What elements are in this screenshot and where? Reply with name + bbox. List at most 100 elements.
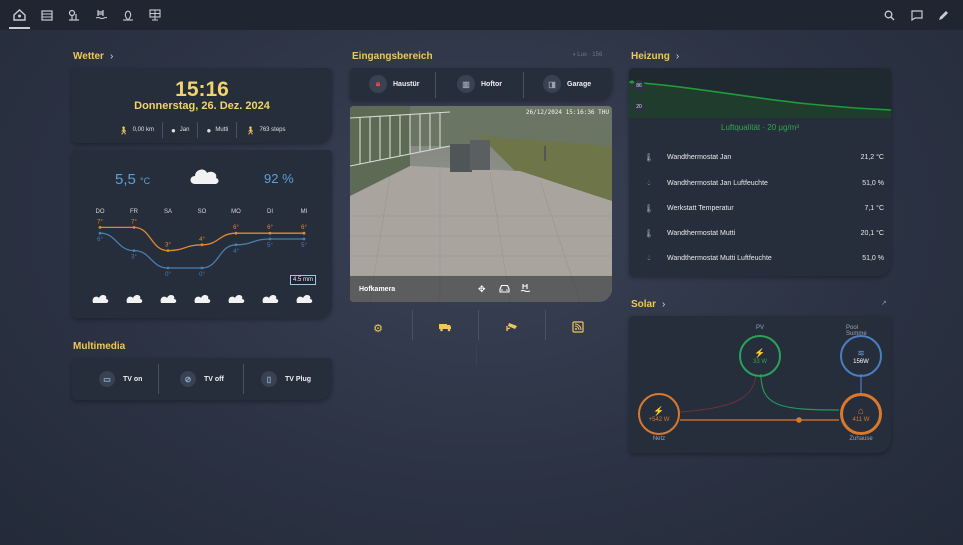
external-link-icon[interactable]: ↗	[881, 299, 887, 307]
car-icon[interactable]	[499, 284, 510, 295]
pool-icon[interactable]	[87, 0, 114, 30]
list-item[interactable]: 💧︎ Wandthermostat Jan Luftfeuchte 51,0 %	[642, 173, 884, 193]
divider	[476, 345, 477, 365]
hoftor-button[interactable]: ▥ Hoftor	[457, 68, 502, 100]
solar-section-title[interactable]: Solar ›	[631, 299, 665, 310]
cloud-icon	[92, 295, 109, 303]
stat-person-mutti: ● Mutti	[197, 122, 236, 138]
high-temp-label: 6°	[233, 225, 239, 231]
pool-icon[interactable]	[520, 283, 531, 295]
list-icon[interactable]	[33, 0, 60, 30]
gear-button[interactable]: ⚙	[345, 316, 411, 340]
forecast-day-label: DO	[96, 209, 105, 215]
tv-off-button[interactable]: ⊘ TV off	[180, 358, 224, 400]
edit-icon[interactable]	[930, 0, 957, 30]
stats-row: 🚶︎ 0,00 km ● Jan ● Mutti 🚶︎ 763 steps	[72, 122, 332, 138]
graph-min-label: 20	[633, 101, 645, 113]
camera-title: Hofkamera	[359, 285, 396, 293]
chat-icon[interactable]	[903, 0, 930, 30]
pool-node[interactable]: ≋ 156W	[840, 335, 882, 377]
weather-section-title[interactable]: Wetter ›	[73, 51, 113, 62]
entrance-section-title: Eingangsbereich	[352, 51, 433, 62]
low-temp-point	[234, 243, 238, 247]
air-quality-graph: 86 20	[629, 68, 891, 118]
tv-off-icon: ⊘	[180, 371, 196, 387]
thermometer-icon: 🌡︎	[643, 152, 655, 162]
droplet-icon: 💧︎	[647, 253, 651, 262]
truck-button[interactable]	[412, 316, 478, 340]
tv-icon: ▭	[99, 371, 115, 387]
multimedia-section-title: Multimedia	[73, 341, 125, 352]
air-quality-line	[629, 80, 891, 118]
air-quality-label: Luftqualität · 20 µg/m³	[721, 123, 799, 132]
low-temp-label: 5°	[301, 243, 307, 249]
search-icon[interactable]	[876, 0, 903, 30]
cloud-icon	[262, 295, 279, 303]
high-temp-point	[132, 226, 136, 229]
top-navigation-bar	[0, 0, 963, 30]
home-icon: ⌂	[857, 405, 865, 417]
low-temp-point	[132, 249, 136, 252]
list-item[interactable]: 🌡︎ Wandthermostat Jan 21,2 °C	[642, 147, 884, 167]
cloud-icon	[126, 295, 143, 303]
low-temp-label: 6°	[97, 237, 103, 243]
tree-icon[interactable]	[60, 0, 87, 30]
walk-icon: 🚶︎	[118, 125, 129, 135]
rss-button[interactable]	[545, 316, 611, 340]
weather-title-label: Wetter	[73, 51, 104, 62]
stat-steps: 🚶︎ 763 steps	[236, 122, 293, 138]
high-temp-point	[234, 231, 238, 235]
plant-icon[interactable]	[114, 0, 141, 30]
list-item[interactable]: 🌡︎ Werkstatt Temperatur 7,1 °C	[642, 198, 884, 218]
solar-panel-icon: ⚡	[754, 347, 766, 358]
high-temp-point	[98, 226, 102, 229]
forecast-day-label: DI	[267, 209, 273, 215]
camera-feed[interactable]: 26/12/2024 15:16:36 THU Hofkamera ✥	[350, 106, 612, 302]
low-temp-label: 0°	[199, 272, 205, 278]
high-temp-label: 6°	[267, 225, 273, 231]
garage-icon: ◨	[543, 75, 561, 93]
stat-person-jan: ● Jan	[161, 122, 198, 138]
tv-on-button[interactable]: ▭ TV on	[99, 358, 142, 400]
solar-panel-icon[interactable]	[141, 0, 168, 30]
heating-title-label: Heizung	[631, 51, 670, 62]
pool-icon: ≋	[857, 347, 865, 358]
forecast-day-label: SA	[164, 209, 172, 215]
high-temp-point	[268, 231, 272, 235]
low-temp-label: 5°	[267, 243, 273, 249]
truck-icon	[438, 322, 452, 335]
high-temp-point	[166, 249, 170, 252]
low-temp-point	[166, 266, 170, 270]
garage-button[interactable]: ◨ Garage	[543, 68, 591, 100]
cloud-icon	[194, 295, 211, 303]
list-item[interactable]: 🌡︎ Wandthermostat Mutti 20,1 °C	[642, 223, 884, 243]
cctv-button[interactable]	[478, 316, 544, 340]
multimedia-title-label: Multimedia	[73, 341, 126, 352]
low-temp-label: 3°	[131, 255, 137, 261]
home-icon[interactable]	[6, 0, 33, 30]
pv-node[interactable]: ⚡ 33 W	[739, 335, 781, 377]
forecast-card[interactable]: 5,5 °C 92 % DO FR SA SO MO DI MI 7° 7° 3° 4° 6° 6° 6°…	[72, 150, 332, 318]
entrance-title-label: Eingangsbereich	[352, 51, 433, 62]
high-temp-point	[302, 231, 306, 235]
move-icon[interactable]: ✥	[478, 284, 486, 295]
forecast-chart: DO FR SA SO MO DI MI 7° 7° 3° 4° 6° 6° 6° 6° 3° 0° 0° 4° 5°…	[92, 209, 313, 303]
home-node[interactable]: ⌂ 411 W	[840, 393, 882, 435]
grid-node[interactable]: ⚡ +542 W	[638, 393, 680, 435]
forecast-day-label: MI	[301, 209, 308, 215]
high-temp-label: 4°	[199, 237, 205, 243]
cloud-icon	[228, 295, 245, 303]
gear-icon: ⚙	[373, 322, 383, 335]
high-temp-label: 7°	[97, 219, 103, 225]
heating-section-title[interactable]: Heizung ›	[631, 51, 679, 62]
power-pylon-icon: ⚡	[653, 405, 665, 416]
list-item[interactable]: 💧︎ Wandthermostat Mutti Luftfeuchte 51,0 %	[642, 248, 884, 268]
high-temp-label: 7°	[131, 219, 137, 225]
tv-plug-button[interactable]: ▯ TV Plug	[261, 358, 311, 400]
haustuer-button[interactable]: 🔒︎ Haustür	[369, 68, 419, 100]
door-lock-icon: 🔒︎	[369, 75, 387, 93]
clock-time: 15:16	[175, 78, 229, 101]
divider	[158, 364, 159, 394]
multimedia-card: ▭ TV on ⊘ TV off ▯ TV Plug	[72, 358, 332, 400]
camera-toolbar: Hofkamera ✥	[350, 276, 612, 302]
